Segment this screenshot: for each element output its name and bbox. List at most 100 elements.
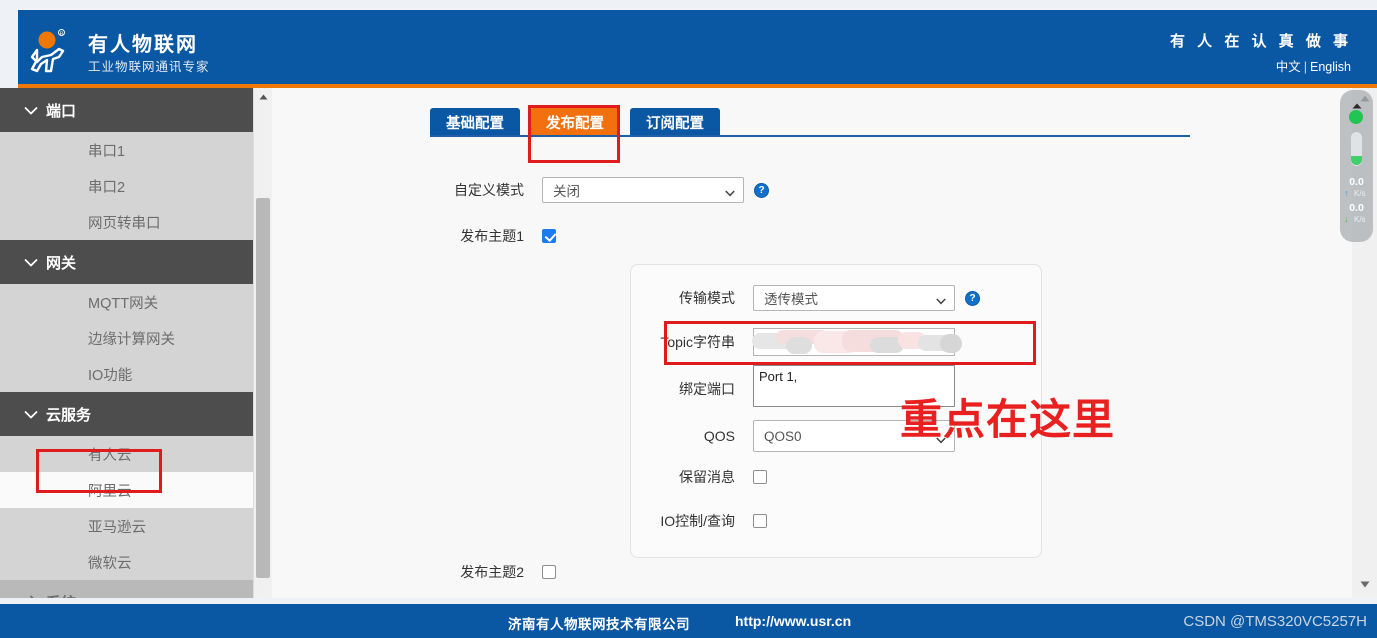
footer-company-name: 济南有人物联网技术有限公司: [508, 617, 690, 632]
sidebar-item-amazon-cloud[interactable]: 亚马逊云: [0, 508, 253, 544]
sidebar-item-label: 有人云: [88, 447, 132, 464]
sidebar-item-io-function[interactable]: IO功能: [0, 356, 253, 392]
lang-chinese-link[interactable]: 中文: [1276, 60, 1301, 74]
sidebar-item-edge-gateway[interactable]: 边缘计算网关: [0, 320, 253, 356]
retain-message-label: 保留消息: [679, 469, 735, 485]
bind-port-label: 绑定端口: [679, 381, 735, 397]
sidebar-item-aliyun[interactable]: 阿里云: [0, 472, 253, 508]
retain-message-checkbox[interactable]: [753, 470, 767, 484]
chevron-down-icon: [936, 293, 946, 305]
status-indicator-dot: [1349, 110, 1363, 124]
tab-basic-config[interactable]: 基础配置: [430, 108, 520, 136]
scroll-up-arrow-icon[interactable]: [254, 88, 272, 105]
chevron-down-icon: [0, 258, 46, 267]
sidebar-item-label: 网页转串口: [88, 215, 161, 232]
sidebar-item-label: IO功能: [88, 367, 133, 384]
qos-row: QOS QOS0: [631, 420, 955, 452]
sidebar-group-system[interactable]: 系统: [0, 580, 253, 598]
sidebar-group-label: 端口: [46, 102, 77, 120]
publish-topic2-checkbox[interactable]: [542, 565, 556, 579]
brand-subtitle: 工业物联网通讯专家: [88, 60, 210, 74]
sidebar-item-label: 边缘计算网关: [88, 331, 175, 348]
download-speed-unit: K/s: [1354, 215, 1366, 224]
sidebar-scrollbar[interactable]: [253, 88, 272, 598]
sidebar-item-microsoft-cloud[interactable]: 微软云: [0, 544, 253, 580]
bind-port-input[interactable]: Port 1,: [753, 365, 955, 407]
tabs-underline: [430, 135, 1190, 137]
chevron-down-icon: [0, 410, 46, 419]
tab-label: 订阅配置: [646, 115, 704, 132]
sidebar-item-label: 亚马逊云: [88, 519, 146, 536]
app-footer: 济南有人物联网技术有限公司 http://www.usr.cn CSDN @TM…: [0, 604, 1377, 638]
language-switcher: 中文 | English: [1276, 56, 1351, 75]
page-root: R 有人物联网 工业物联网通讯专家 有 人 在 认 真 做 事 中文 | Engli…: [0, 0, 1377, 638]
tab-label: 发布配置: [546, 115, 604, 132]
io-control-label: IO控制/查询: [660, 513, 735, 529]
main-content: 基础配置 发布配置 订阅配置 自定义模式 关闭 ? 发布主题1 传输模式 透传模…: [272, 88, 1352, 598]
topic-string-input[interactable]: [752, 328, 962, 356]
sidebar-nav: 端口 串口1 串口2 网页转串口 网关 MQTT网关 边缘计算网关 IO功能 云…: [0, 88, 253, 598]
sidebar-item-serial1[interactable]: 串口1: [0, 132, 253, 168]
tab-label: 基础配置: [446, 115, 504, 132]
scroll-down-arrow-icon[interactable]: [1352, 574, 1377, 594]
sidebar-group-label: 系统: [46, 592, 76, 599]
custom-mode-label: 自定义模式: [454, 182, 524, 198]
publish-topic1-label: 发布主题1: [460, 228, 524, 244]
download-arrow-icon: ↓: [1344, 214, 1349, 224]
download-speed-value: 0.0: [1349, 202, 1364, 214]
transfer-mode-label: 传输模式: [679, 290, 735, 306]
sidebar-group-label: 云服务: [46, 406, 92, 424]
lang-english-link[interactable]: English: [1310, 60, 1351, 74]
upload-speed-unit: K/s: [1354, 189, 1366, 198]
qos-value: QOS0: [764, 428, 802, 444]
brand-name: 有人物联网: [88, 34, 198, 56]
publish-topic1-panel: 传输模式 透传模式 ? Topic字符串 绑定端口 Port 1, QOS QO…: [630, 264, 1042, 558]
lang-separator: |: [1303, 60, 1307, 74]
io-control-row: IO控制/查询: [631, 511, 767, 531]
screenshot-watermark: CSDN @TMS320VC5257H: [1183, 613, 1367, 630]
publish-topic1-checkbox[interactable]: [542, 229, 556, 243]
qos-select[interactable]: QOS0: [753, 420, 955, 452]
chevron-down-icon: [936, 432, 946, 444]
transfer-mode-select[interactable]: 透传模式: [753, 285, 955, 311]
retain-message-row: 保留消息: [631, 467, 767, 487]
sidebar-scroll-thumb[interactable]: [256, 198, 270, 578]
sidebar-item-mqtt-gateway[interactable]: MQTT网关: [0, 284, 253, 320]
chevron-down-icon: [725, 185, 735, 197]
sidebar-item-label: MQTT网关: [88, 295, 159, 312]
network-speed-widget[interactable]: 0.0 ↑ K/s 0.0 ↓ K/s: [1340, 90, 1373, 242]
sidebar-item-label: 串口2: [88, 179, 126, 196]
chevron-right-icon: [0, 595, 46, 598]
redaction-smudge: [786, 337, 812, 354]
redaction-smudge: [940, 334, 962, 353]
sidebar-item-label: 微软云: [88, 555, 132, 572]
transfer-mode-row: 传输模式 透传模式 ?: [631, 285, 980, 311]
config-tabs: 基础配置 发布配置 订阅配置: [430, 108, 720, 136]
qos-label: QOS: [703, 428, 735, 444]
topic-string-row: Topic字符串: [631, 328, 962, 356]
chevron-down-icon: [0, 106, 46, 115]
io-control-checkbox[interactable]: [753, 514, 767, 528]
custom-mode-select[interactable]: 关闭: [542, 177, 744, 203]
sidebar-group-gateway[interactable]: 网关: [0, 240, 253, 284]
publish-topic1-row: 发布主题1: [390, 226, 556, 246]
custom-mode-row: 自定义模式 关闭 ?: [390, 177, 769, 203]
sidebar-group-cloud[interactable]: 云服务: [0, 392, 253, 436]
tab-subscribe-config[interactable]: 订阅配置: [630, 108, 720, 136]
footer-website-url[interactable]: http://www.usr.cn: [735, 613, 851, 629]
help-icon[interactable]: ?: [754, 182, 769, 198]
sidebar-item-usr-cloud[interactable]: 有人云: [0, 436, 253, 472]
help-icon[interactable]: ?: [965, 290, 980, 306]
custom-mode-value: 关闭: [553, 184, 580, 199]
publish-topic2-label: 发布主题2: [460, 564, 524, 580]
sidebar-group-port[interactable]: 端口: [0, 88, 253, 132]
tab-publish-config[interactable]: 发布配置: [530, 108, 620, 136]
sidebar-item-web-to-serial[interactable]: 网页转串口: [0, 204, 253, 240]
sidebar-item-label: 阿里云: [88, 483, 132, 500]
app-header: R 有人物联网 工业物联网通讯专家 有 人 在 认 真 做 事 中文 | Engli…: [18, 10, 1377, 84]
sidebar-group-label: 网关: [46, 254, 77, 272]
publish-topic2-row: 发布主题2: [390, 562, 556, 582]
bind-port-row: 绑定端口 Port 1,: [631, 365, 955, 407]
sidebar-item-serial2[interactable]: 串口2: [0, 168, 253, 204]
svg-text:R: R: [60, 32, 64, 38]
